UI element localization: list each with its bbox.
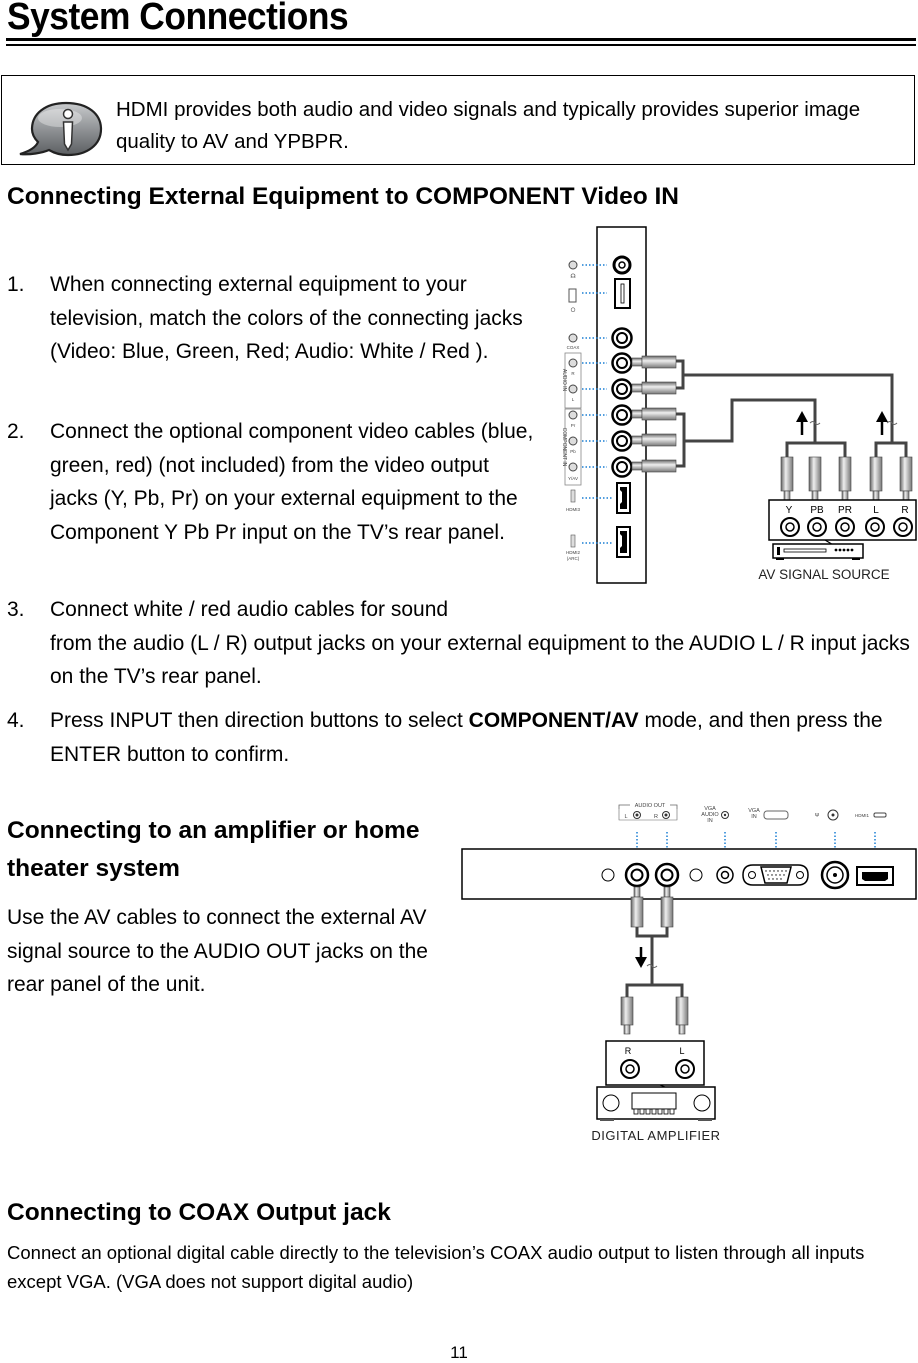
step-number: 1. bbox=[7, 273, 25, 296]
info-speech-bubble-icon bbox=[19, 101, 103, 157]
svg-text:PB: PB bbox=[810, 505, 824, 516]
audio-out-r-jack bbox=[654, 862, 680, 888]
hdmi3-label: HDMI3 bbox=[566, 489, 580, 512]
svg-text:Y/AV: Y/AV bbox=[568, 476, 578, 481]
component-connection-diagram: ☊ ⭘ COAX AUDIO IN R L COMPONENT IN Pr Pb… bbox=[561, 226, 917, 584]
svg-text:IN: IN bbox=[707, 818, 713, 824]
title-rule-secondary bbox=[6, 44, 916, 46]
svg-text:R: R bbox=[625, 1046, 632, 1056]
component-in-label: COMPONENT IN bbox=[561, 428, 567, 467]
audio-in-label: AUDIO IN bbox=[561, 369, 567, 392]
step-text-before: Press INPUT then direction buttons to se… bbox=[50, 709, 469, 732]
headphone-icon: ☊ bbox=[568, 260, 578, 280]
step-text-line1: Connect white / red audio cables for sou… bbox=[50, 598, 449, 621]
step-text-rest: from the audio (L / R) output jacks on y… bbox=[50, 631, 910, 689]
antenna-jack bbox=[820, 860, 850, 890]
av-signal-source-label: AV SIGNAL SOURCE bbox=[758, 567, 889, 582]
svg-text:(ARC): (ARC) bbox=[567, 556, 580, 561]
svg-text:R: R bbox=[654, 814, 658, 820]
page-title: System Connections bbox=[7, 0, 349, 38]
svg-text:HDMI1: HDMI1 bbox=[855, 813, 869, 818]
headphone-jack bbox=[612, 255, 632, 275]
step-list-item: 2. Connect the optional component video c… bbox=[7, 415, 542, 549]
step-text: When connecting external equipment to yo… bbox=[50, 273, 523, 363]
svg-text:Pb: Pb bbox=[570, 449, 576, 454]
step-number: 4. bbox=[7, 709, 25, 732]
hdmi3-port bbox=[616, 482, 631, 514]
hdmi2-port bbox=[616, 526, 631, 558]
amplifier-instructions: Use the AV cables to connect the externa… bbox=[7, 906, 428, 996]
amplifier-connection-diagram: AUDIO OUT L R VGA AUDIO IN VGA IN Ψ HDMI… bbox=[461, 803, 917, 1143]
step-text-bold: COMPONENT/AV bbox=[468, 709, 639, 732]
svg-text:IN: IN bbox=[751, 814, 757, 820]
step-list-item: 1. When connecting external equipment to … bbox=[7, 268, 527, 369]
section-heading-coax: Connecting to COAX Output jack bbox=[7, 1199, 391, 1226]
step-list-item: 3. Connect white / red audio cables for s… bbox=[7, 593, 912, 694]
av-signal-source-device bbox=[772, 543, 864, 560]
svg-text:HDMI2: HDMI2 bbox=[566, 550, 580, 555]
arrow-up-icon bbox=[796, 411, 808, 435]
svg-text:L: L bbox=[679, 1046, 684, 1056]
svg-text:L: L bbox=[873, 505, 879, 516]
usb-icon: ⭘ bbox=[568, 288, 577, 314]
step-text: Connect the optional component video cab… bbox=[50, 420, 534, 544]
arrow-up-icon bbox=[876, 411, 888, 435]
coax-label: COAX bbox=[567, 333, 580, 350]
cables bbox=[625, 927, 684, 999]
svg-text:R: R bbox=[571, 371, 575, 376]
arrow-down-icon bbox=[635, 947, 647, 968]
title-rule bbox=[6, 38, 916, 41]
step-number: 2. bbox=[7, 420, 25, 443]
section-heading-component: Connecting External Equipment to COMPONE… bbox=[7, 183, 679, 210]
svg-text:L: L bbox=[624, 814, 627, 820]
svg-text:☊: ☊ bbox=[570, 273, 575, 280]
cables bbox=[676, 359, 908, 468]
section-heading-amplifier: Connecting to an amplifier or home theat… bbox=[7, 817, 420, 882]
source-plugs bbox=[780, 456, 913, 502]
svg-text:Y: Y bbox=[786, 505, 793, 516]
digital-amplifier-label: DIGITAL AMPLIFIER bbox=[591, 1128, 720, 1143]
step-number: 3. bbox=[7, 598, 25, 621]
audio-out-label: AUDIO OUT bbox=[635, 803, 666, 809]
note-text: HDMI provides both audio and video signa… bbox=[116, 98, 861, 153]
svg-text:PR: PR bbox=[838, 505, 852, 516]
digital-amplifier-device bbox=[596, 1086, 716, 1121]
page-number: 11 bbox=[450, 1343, 468, 1362]
amp-plugs bbox=[620, 996, 689, 1035]
coax-instructions: Connect an optional digital cable direct… bbox=[7, 1242, 865, 1292]
hdmi2-label: HDMI2(ARC) bbox=[566, 534, 580, 561]
svg-text:⭘: ⭘ bbox=[571, 307, 576, 314]
svg-text:L: L bbox=[572, 397, 575, 402]
svg-text:HDMI3: HDMI3 bbox=[566, 507, 580, 512]
svg-text:Ψ: Ψ bbox=[815, 813, 820, 819]
audio-out-l-jack bbox=[624, 862, 650, 888]
svg-text:Pr: Pr bbox=[571, 423, 576, 428]
vga-audio-in-jack bbox=[716, 866, 734, 884]
svg-text:COAX: COAX bbox=[567, 345, 580, 350]
step-list-item: 4. Press INPUT then direction buttons to … bbox=[7, 704, 912, 771]
hdmi1-port bbox=[856, 866, 894, 886]
vga-in-port bbox=[742, 864, 809, 886]
svg-text:R: R bbox=[901, 505, 908, 516]
